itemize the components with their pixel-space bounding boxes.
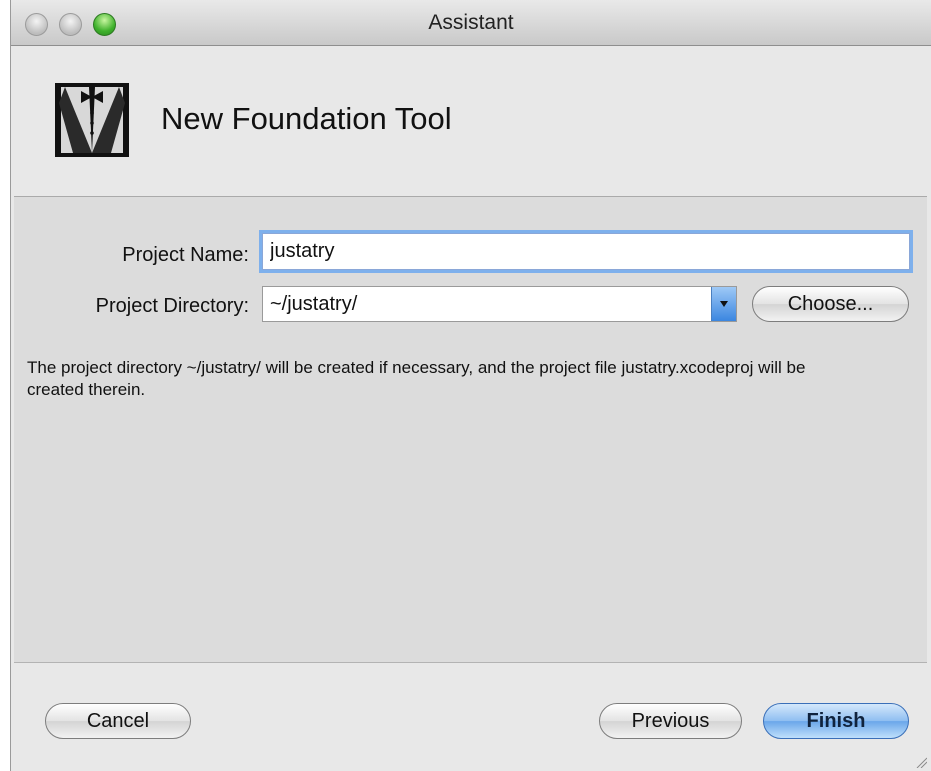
project-directory-label: Project Directory: (95, 295, 249, 317)
project-description-text: The project directory ~/justatry/ will b… (27, 358, 806, 399)
chevron-down-icon[interactable] (711, 287, 736, 321)
finish-button[interactable]: Finish (763, 703, 909, 739)
resize-grip-icon[interactable] (915, 755, 928, 769)
project-settings-panel: Project Name: Project Directory: ~/justa… (14, 196, 927, 663)
cancel-button[interactable]: Cancel (45, 703, 191, 739)
previous-button[interactable]: Previous (599, 703, 742, 739)
choose-button[interactable]: Choose... (752, 286, 909, 322)
project-directory-combobox[interactable]: ~/justatry/ (262, 286, 737, 322)
project-name-label: Project Name: (122, 244, 249, 266)
title-bar[interactable]: Assistant (11, 0, 931, 46)
tuxedo-icon (55, 83, 129, 157)
window-title: Assistant (428, 11, 514, 34)
assistant-page-title: New Foundation Tool (161, 101, 452, 136)
assistant-window: Assistant New Foundation Tool Project Na… (10, 0, 931, 771)
project-directory-value[interactable]: ~/justatry/ (270, 293, 357, 316)
project-name-input[interactable] (262, 233, 910, 270)
